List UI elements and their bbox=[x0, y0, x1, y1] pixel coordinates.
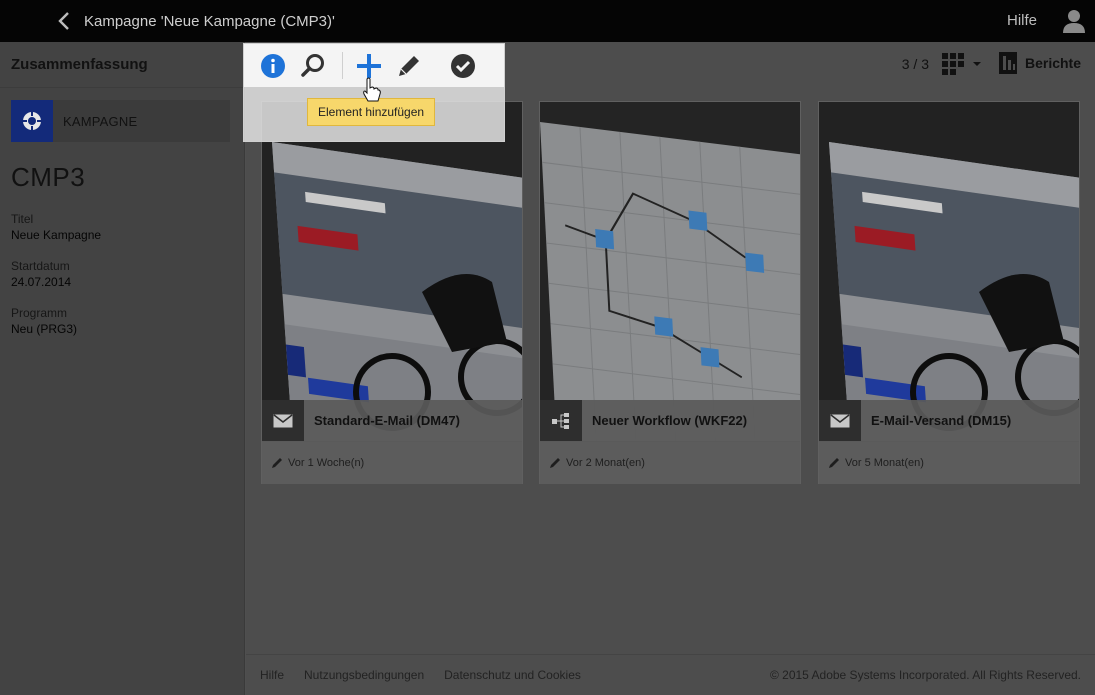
info-button[interactable] bbox=[259, 52, 287, 80]
edit-button[interactable] bbox=[395, 52, 423, 80]
field-value: Neue Kampagne bbox=[11, 228, 102, 242]
toolbar-divider bbox=[342, 52, 343, 79]
email-thumbnail bbox=[819, 102, 1079, 441]
hand-cursor-icon bbox=[363, 77, 381, 102]
footer-help-link[interactable]: Hilfe bbox=[260, 668, 284, 682]
view-switch-button[interactable] bbox=[941, 52, 983, 76]
campaign-type-tile: KAMPAGNE bbox=[11, 100, 230, 142]
field-value: Neu (PRG3) bbox=[11, 322, 78, 336]
reports-icon bbox=[998, 52, 1017, 74]
add-button[interactable] bbox=[355, 52, 383, 80]
field-label: Startdatum bbox=[11, 259, 70, 273]
card-footer: Vor 2 Monat(en) bbox=[540, 442, 800, 484]
campaign-type-label: KAMPAGNE bbox=[63, 113, 138, 129]
pencil-icon bbox=[272, 458, 282, 468]
card-modified-date: Vor 2 Monat(en) bbox=[566, 457, 645, 469]
card-footer: Vor 1 Woche(n) bbox=[262, 442, 522, 484]
action-toolbar-popup: Element hinzufügen bbox=[243, 43, 505, 142]
card-title-strip: Neuer Workflow (WKF22) bbox=[540, 400, 800, 441]
reports-button[interactable]: Berichte bbox=[998, 51, 1081, 75]
field-label: Programm bbox=[11, 306, 68, 320]
card-title: E-Mail-Versand (DM15) bbox=[871, 413, 1012, 428]
pencil-icon bbox=[829, 458, 839, 468]
plus-icon bbox=[357, 54, 381, 78]
field-startdate: Startdatum 24.07.2014 bbox=[11, 258, 101, 291]
pencil-icon bbox=[550, 458, 560, 468]
approve-button[interactable] bbox=[449, 52, 477, 80]
copyright: © 2015 Adobe Systems Incorporated. All R… bbox=[769, 668, 1081, 682]
summary-heading: Zusammenfassung bbox=[0, 42, 244, 88]
page-footer: Hilfe Nutzungsbedingungen Datenschutz un… bbox=[246, 654, 1095, 695]
workflow-icon bbox=[540, 400, 582, 441]
card-modified-date: Vor 5 Monat(en) bbox=[845, 457, 924, 469]
summary-panel: Zusammenfassung KAMPAGNE CMP3 Titel Neue… bbox=[0, 42, 245, 695]
workflow-thumbnail bbox=[540, 102, 800, 441]
campaign-code: CMP3 bbox=[11, 162, 86, 192]
card-title-strip: Standard-E-Mail (DM47) bbox=[262, 400, 522, 441]
footer-terms-link[interactable]: Nutzungsbedingungen bbox=[304, 668, 424, 682]
field-title: Titel Neue Kampagne bbox=[11, 211, 101, 244]
card-title-strip: E-Mail-Versand (DM15) bbox=[819, 400, 1079, 441]
caret-down-icon bbox=[973, 62, 981, 66]
campaign-icon bbox=[11, 100, 53, 142]
card-title: Neuer Workflow (WKF22) bbox=[592, 413, 748, 428]
card-modified-date: Vor 1 Woche(n) bbox=[288, 457, 365, 469]
help-link[interactable]: Hilfe bbox=[1007, 12, 1037, 29]
chevron-left-icon bbox=[58, 12, 69, 30]
grid-view-icon bbox=[942, 53, 964, 75]
check-circle-icon bbox=[451, 54, 475, 78]
card-footer: Vor 5 Monat(en) bbox=[819, 442, 1079, 484]
card-title: Standard-E-Mail (DM47) bbox=[314, 413, 460, 428]
reports-label: Berichte bbox=[1024, 55, 1081, 71]
field-program: Programm Neu (PRG3) bbox=[11, 305, 101, 338]
search-button[interactable] bbox=[299, 52, 327, 80]
email-icon bbox=[819, 400, 861, 441]
back-button[interactable] bbox=[44, 0, 84, 42]
footer-privacy-link[interactable]: Datenschutz und Cookies bbox=[444, 668, 581, 682]
top-bar: Kampagne 'Neue Kampagne (CMP3)' Hilfe bbox=[0, 0, 1095, 42]
user-avatar-icon[interactable] bbox=[1059, 6, 1089, 36]
field-label: Titel bbox=[11, 212, 34, 226]
search-icon bbox=[301, 54, 324, 77]
info-icon bbox=[261, 54, 285, 78]
card-workflow[interactable]: Neuer Workflow (WKF22) Vor 2 Monat(en) bbox=[539, 101, 801, 484]
pencil-icon bbox=[399, 56, 419, 76]
card-email[interactable]: Standard-E-Mail (DM47) Vor 1 Woche(n) bbox=[261, 101, 523, 484]
campaign-fields: Titel Neue Kampagne Startdatum 24.07.201… bbox=[11, 211, 101, 352]
page-title: Kampagne 'Neue Kampagne (CMP3)' bbox=[84, 12, 335, 30]
card-email-delivery[interactable]: E-Mail-Versand (DM15) Vor 5 Monat(en) bbox=[818, 101, 1080, 484]
field-value: 24.07.2014 bbox=[11, 275, 72, 289]
email-thumbnail bbox=[262, 102, 522, 441]
email-icon bbox=[262, 400, 304, 441]
item-counter: 3 / 3 bbox=[901, 56, 929, 72]
